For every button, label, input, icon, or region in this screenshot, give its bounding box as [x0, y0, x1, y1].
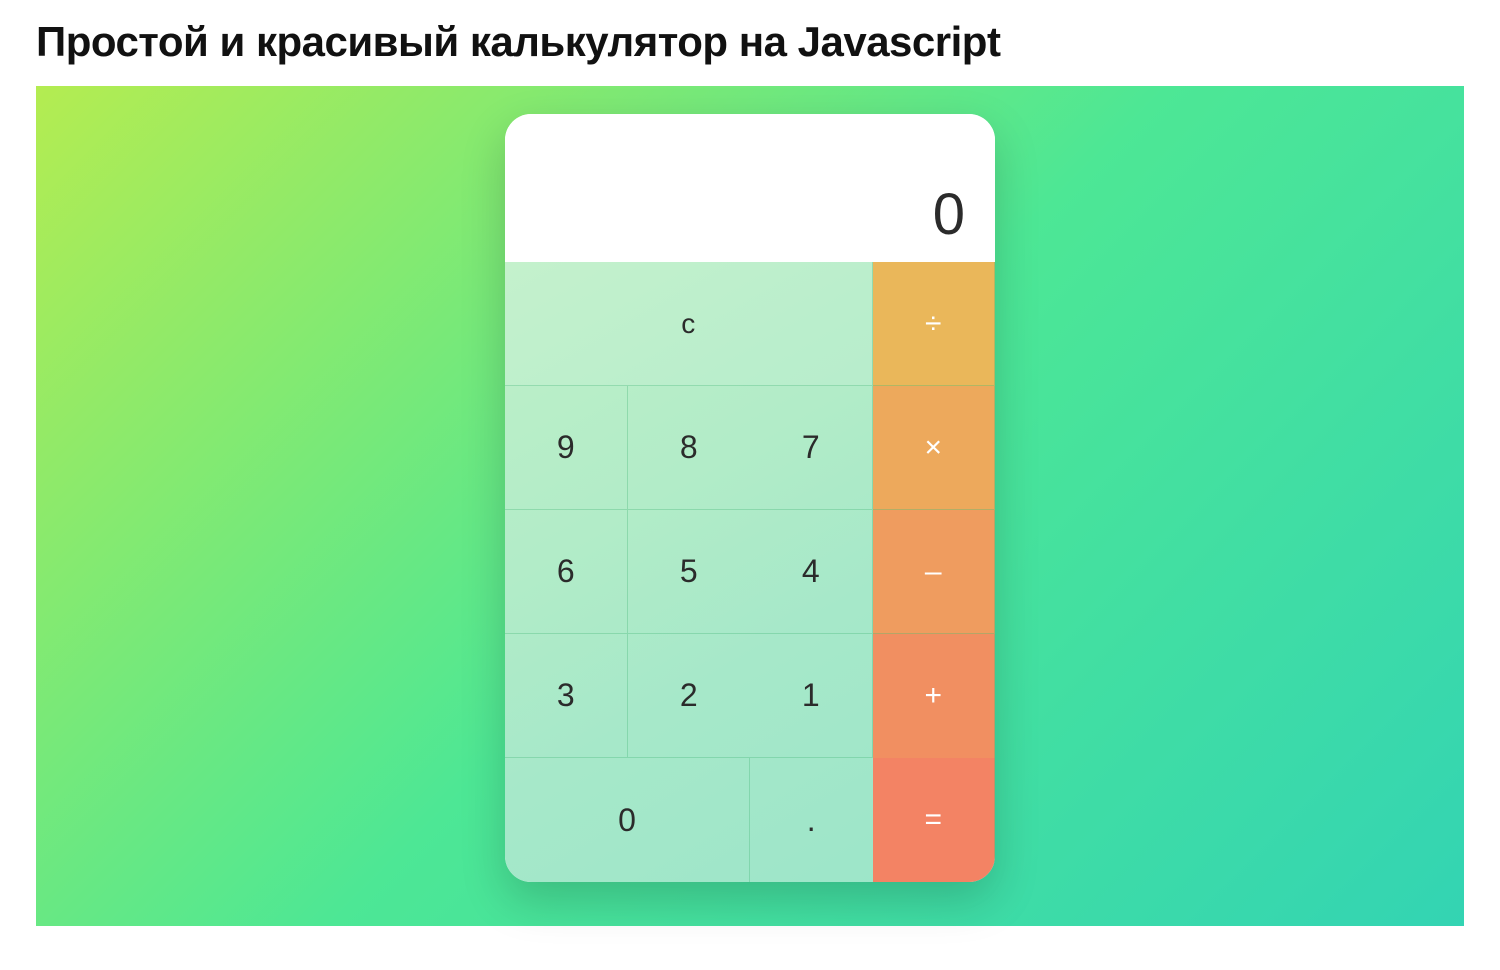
digit-4-button[interactable]: 4	[750, 510, 873, 634]
decimal-button[interactable]: .	[750, 758, 873, 882]
divide-button[interactable]: ÷	[873, 262, 996, 386]
digit-2-button[interactable]: 2	[628, 634, 751, 758]
digit-3-button[interactable]: 3	[505, 634, 628, 758]
digit-1-button[interactable]: 1	[750, 634, 873, 758]
display-value: 0	[933, 186, 965, 244]
calculator-display: 0	[505, 114, 995, 262]
digit-9-button[interactable]: 9	[505, 386, 628, 510]
minus-button[interactable]: –	[873, 510, 996, 634]
page-title: Простой и красивый калькулятор на Javasc…	[0, 0, 1500, 86]
digit-5-button[interactable]: 5	[628, 510, 751, 634]
digit-7-button[interactable]: 7	[750, 386, 873, 510]
multiply-button[interactable]: ×	[873, 386, 996, 510]
calculator: 0 c ÷ 9 8 7 × 6 5 4 – 3 2 1 + 0 . =	[505, 114, 995, 882]
digit-0-button[interactable]: 0	[505, 758, 750, 882]
plus-button[interactable]: +	[873, 634, 996, 758]
digit-6-button[interactable]: 6	[505, 510, 628, 634]
demo-area: 0 c ÷ 9 8 7 × 6 5 4 – 3 2 1 + 0 . =	[36, 86, 1464, 926]
digit-8-button[interactable]: 8	[628, 386, 751, 510]
keypad: c ÷ 9 8 7 × 6 5 4 – 3 2 1 + 0 . =	[505, 262, 995, 882]
clear-button[interactable]: c	[505, 262, 873, 386]
equals-button[interactable]: =	[873, 758, 996, 882]
